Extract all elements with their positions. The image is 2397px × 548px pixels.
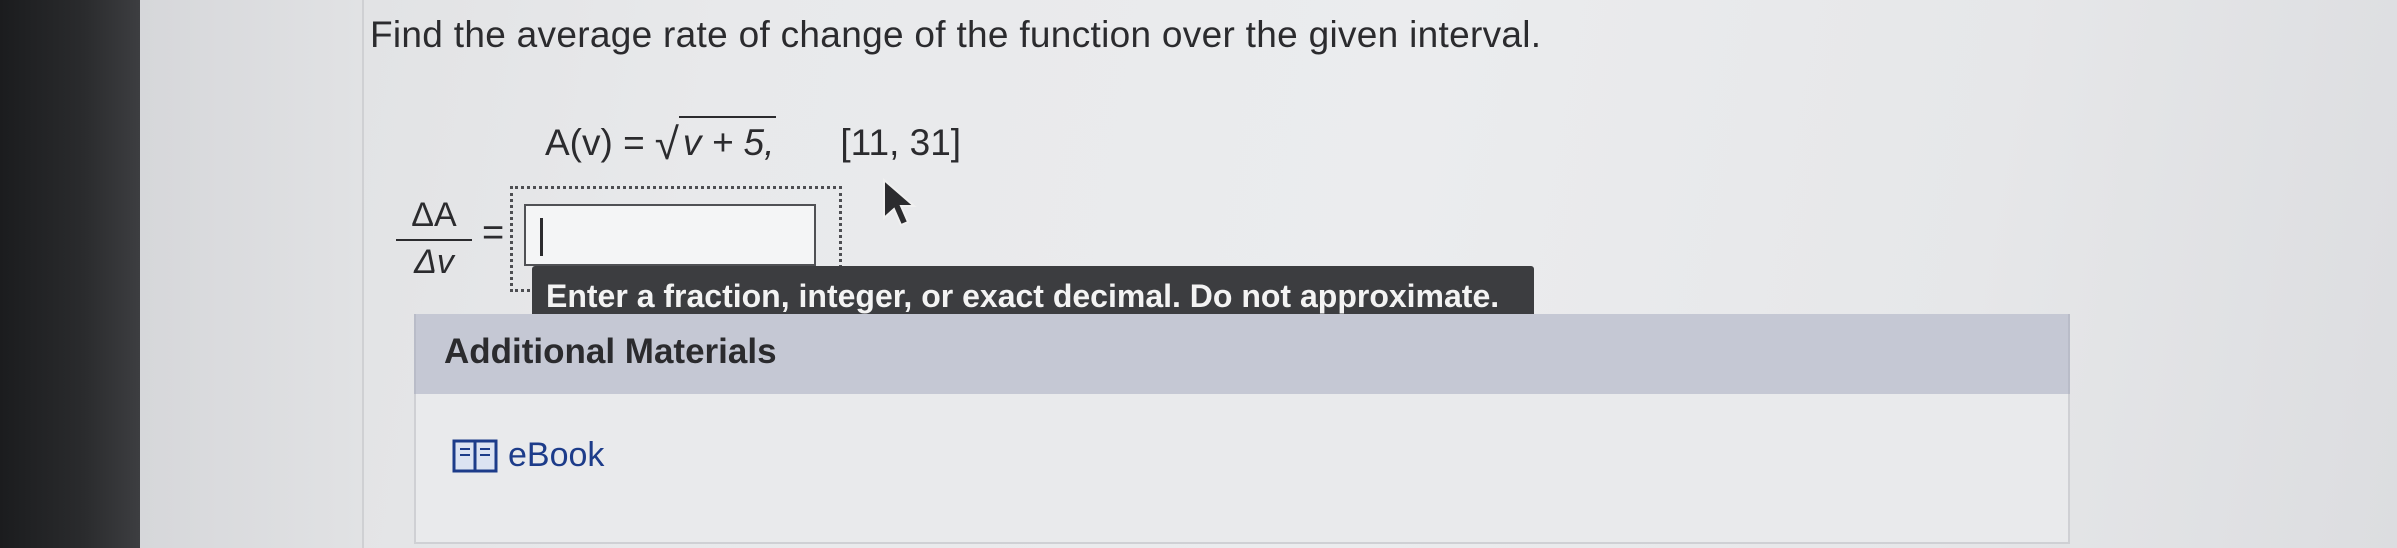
book-icon xyxy=(452,439,498,472)
question-prompt: Find the average rate of change of the f… xyxy=(370,14,1542,55)
text-caret xyxy=(540,218,543,256)
additional-materials-title: Additional Materials xyxy=(444,332,777,371)
radicand: v + 5, xyxy=(678,116,777,164)
fraction-denominator: Δv xyxy=(414,243,454,281)
rate-fraction: ΔA Δv xyxy=(396,196,472,282)
ebook-label: eBook xyxy=(508,436,605,474)
screen-bezel xyxy=(0,0,140,548)
equals-sign: = xyxy=(482,212,505,254)
fraction-numerator: ΔA xyxy=(411,196,457,234)
mouse-pointer-icon xyxy=(883,178,917,227)
additional-materials-panel xyxy=(414,394,2070,544)
answer-input[interactable] xyxy=(524,204,816,266)
left-gutter xyxy=(140,0,364,548)
function-lhs: A(v) = xyxy=(545,122,645,163)
function-formula: A(v) = √ v + 5, [11, 31] xyxy=(545,104,962,169)
ebook-link[interactable]: eBook xyxy=(452,436,604,475)
interval: [11, 31] xyxy=(840,122,962,163)
square-root: √ v + 5, xyxy=(654,116,777,169)
radical-sign-icon: √ xyxy=(654,120,679,169)
